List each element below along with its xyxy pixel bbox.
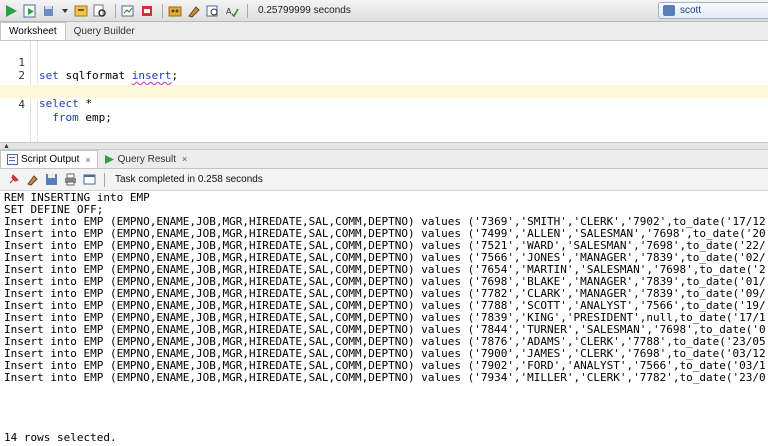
tab-worksheet[interactable]: Worksheet — [0, 22, 66, 40]
editor-line[interactable]: 2 — [0, 56, 768, 82]
output-line: Insert into EMP (EMPNO,ENAME,JOB,MGR,HIR… — [4, 371, 766, 384]
close-tab-icon[interactable]: × — [182, 154, 187, 164]
toolbar-separator — [104, 172, 105, 187]
connection-selector[interactable]: scott — [658, 2, 768, 19]
toolbar-separator — [115, 3, 116, 18]
commit-icon[interactable] — [41, 3, 57, 19]
svg-text:A: A — [226, 7, 232, 16]
tab-query-builder[interactable]: Query Builder — [66, 22, 143, 40]
sql-keyword: from — [39, 111, 79, 124]
task-status: Task completed in 0.258 seconds — [115, 174, 263, 185]
spell-check-icon[interactable]: A — [224, 3, 240, 19]
output-toolbar: Task completed in 0.258 seconds — [0, 169, 768, 191]
clear-output-icon[interactable] — [24, 172, 40, 188]
format-icon[interactable] — [186, 3, 202, 19]
tab-label: Query Result — [117, 153, 176, 165]
editor-line-current[interactable]: 4 from emp; — [0, 85, 768, 124]
open-icon[interactable] — [81, 172, 97, 188]
output-tab-bar: Script Output × Query Result × — [0, 150, 768, 169]
clear-icon[interactable] — [139, 3, 155, 19]
query-result-icon — [104, 154, 115, 165]
find-icon[interactable] — [205, 3, 221, 19]
print-icon[interactable] — [62, 172, 78, 188]
history-icon[interactable] — [167, 3, 183, 19]
sql-text: * — [78, 97, 92, 110]
elapsed-time: 0.25799999 seconds — [258, 5, 351, 16]
toolbar-separator — [247, 3, 248, 18]
line-code: select * — [39, 97, 92, 110]
pin-icon[interactable] — [5, 172, 21, 188]
rows-selected-line: 14 rows selected. — [4, 431, 117, 444]
save-icon[interactable] — [43, 172, 59, 188]
worksheet-toolbar: A 0.25799999 seconds scott — [0, 0, 768, 22]
connection-name: scott — [680, 5, 702, 16]
sql-keyword: select — [39, 97, 79, 110]
run-script-icon[interactable] — [22, 3, 38, 19]
rollback-icon[interactable] — [60, 3, 70, 19]
sql-tuning-icon[interactable] — [120, 3, 136, 19]
database-icon — [663, 5, 675, 16]
tab-label: Script Output — [21, 154, 80, 165]
worksheet-tab-bar: Worksheet Query Builder — [0, 22, 768, 41]
script-output-text[interactable]: REM INSERTING into EMP SET DEFINE OFF; I… — [0, 191, 768, 446]
autotrace-icon[interactable] — [92, 3, 108, 19]
sql-editor[interactable]: 1 set sqlformat insert; 2 3 select * 4 f… — [0, 41, 768, 142]
tab-query-result[interactable]: Query Result × — [98, 150, 194, 168]
close-tab-icon[interactable]: × — [85, 155, 90, 165]
script-output-icon — [7, 154, 18, 165]
tab-script-output[interactable]: Script Output × — [0, 150, 98, 168]
editor-line[interactable]: 3 select * — [0, 71, 768, 110]
editor-line[interactable]: 1 set sqlformat insert; — [0, 43, 768, 82]
line-number: 4 — [18, 98, 25, 111]
explain-plan-icon[interactable] — [73, 3, 89, 19]
toolbar-separator — [162, 3, 163, 18]
panel-splitter[interactable]: ▲▼ — [0, 142, 768, 157]
line-code: from emp; — [39, 111, 112, 124]
sql-text: emp; — [78, 111, 112, 124]
run-statement-icon[interactable] — [3, 3, 19, 19]
